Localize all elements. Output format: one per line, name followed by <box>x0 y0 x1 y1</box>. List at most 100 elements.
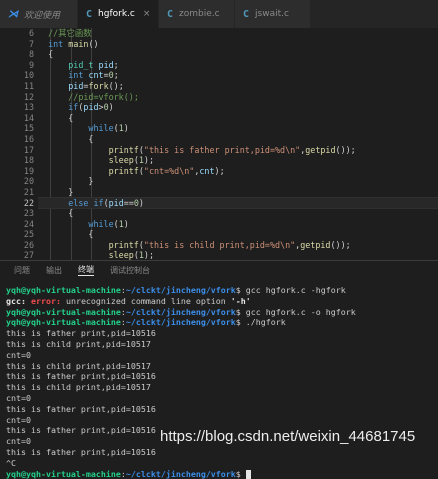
terminal-line: this is father print,pid=10516 <box>6 447 436 458</box>
code-line[interactable]: } <box>38 187 438 198</box>
code-line[interactable]: else if(pid==0) <box>38 196 438 210</box>
terminal-line: this is child print,pid=10517 <box>6 339 436 350</box>
line-number: 19 <box>23 165 34 176</box>
code-editor[interactable]: 6 7 8 9 10 11 12 13 14 15 16 17 18 19 20 21 22 23 24 25 26 27… <box>0 28 438 260</box>
code-line[interactable]: printf("this is father print,pid=%d\n",g… <box>38 145 438 156</box>
c-file-icon: C <box>243 8 250 20</box>
code-line[interactable]: if(pid>0) <box>38 102 438 113</box>
output-text: cnt=0 <box>6 349 31 360</box>
prompt-user: yqh@yqh-virtual-machine <box>6 468 121 479</box>
code-line[interactable]: pid=fork(); <box>38 81 438 92</box>
terminal-line: cnt=0 <box>6 393 436 404</box>
code-line[interactable]: { <box>38 208 438 219</box>
code-line[interactable]: //pid=vfork(); <box>38 92 438 103</box>
terminal-line: ^C <box>6 458 436 469</box>
terminal-line: this is father print,pid=10516 <box>6 328 436 339</box>
terminal-line: yqh@yqh-virtual-machine:~/clckt/jincheng… <box>6 285 436 296</box>
output-text: this is child print,pid=10517 <box>6 338 151 349</box>
error-label: error: <box>30 295 66 306</box>
line-number: 6 <box>28 28 34 38</box>
prompt-path: ~/clckt/jincheng/vfork <box>125 468 236 479</box>
editor-tab[interactable]: Cjswait.c <box>235 0 311 28</box>
output-text: cnt=0 <box>6 414 31 425</box>
error-option: '-h' <box>230 295 251 306</box>
code-line[interactable]: { <box>38 113 438 124</box>
terminal-cursor <box>245 469 251 479</box>
panel-tab[interactable]: 问题 <box>14 265 30 276</box>
line-number: 18 <box>23 155 34 166</box>
output-text: this is father print,pid=10516 <box>6 328 156 339</box>
line-number: 27 <box>23 250 34 260</box>
output-text: this is child print,pid=10517 <box>6 360 151 371</box>
code-line[interactable]: printf("this is child print,pid=%d\n",ge… <box>38 240 438 251</box>
line-number: 14 <box>23 112 34 123</box>
line-number: 24 <box>23 218 34 229</box>
code-line[interactable]: { <box>38 134 438 145</box>
terminal-line: this is child print,pid=10517 <box>6 382 436 393</box>
output-text: ^C <box>6 457 16 468</box>
output-text: this is father print,pid=10516 <box>6 446 156 457</box>
prompt-path: ~/clckt/jincheng/vfork <box>125 285 236 295</box>
terminal-line: this is father print,pid=10516 <box>6 404 436 415</box>
vscode-icon: ⋊ <box>8 8 18 20</box>
terminal-line: yqh@yqh-virtual-machine:~/clckt/jincheng… <box>6 307 436 318</box>
line-number: 15 <box>23 123 34 134</box>
code-line[interactable]: int main() <box>38 39 438 50</box>
terminal[interactable]: yqh@yqh-virtual-machine:~/clckt/jincheng… <box>6 285 436 479</box>
editor-tab[interactable]: Chgfork.c × <box>78 0 159 28</box>
code-line[interactable]: printf("cnt=%d\n",cnt); <box>38 166 438 177</box>
terminal-line: cnt=0 <box>6 350 436 361</box>
line-number: 22 <box>23 197 34 208</box>
line-number: 12 <box>23 91 34 102</box>
code-line[interactable]: sleep(1); <box>38 250 438 260</box>
output-text: cnt=0 <box>6 436 31 447</box>
prompt-user: yqh@yqh-virtual-machine <box>6 317 121 328</box>
code-line[interactable]: int cnt=0; <box>38 70 438 81</box>
panel-tabs: 问题 输出 终端 调试控制台 <box>0 261 438 279</box>
editor-tab-bar: ⋊ 欢迎使用 Chgfork.c × Czombie.c Cjswait.c <box>0 0 438 29</box>
close-icon[interactable]: × <box>143 9 151 19</box>
code-line[interactable]: pid_t pid; <box>38 60 438 71</box>
line-number: 11 <box>23 80 34 91</box>
code-line[interactable]: { <box>38 229 438 240</box>
tab-label: jswait.c <box>255 9 289 19</box>
terminal-line: yqh@yqh-virtual-machine:~/clckt/jincheng… <box>6 469 436 479</box>
line-number: 13 <box>23 102 34 113</box>
output-text: this is father print,pid=10516 <box>6 403 156 414</box>
line-number: 16 <box>23 133 34 144</box>
code-area[interactable]: //其它函数 int main() { pid_t pid; int cnt=0… <box>38 28 438 260</box>
line-number: 26 <box>23 239 34 250</box>
editor-tab[interactable]: Czombie.c <box>159 0 235 28</box>
code-line[interactable]: { <box>38 49 438 60</box>
prompt-user: yqh@yqh-virtual-machine <box>6 285 121 295</box>
code-line[interactable]: } <box>38 176 438 187</box>
line-number: 9 <box>28 59 34 70</box>
line-number: 23 <box>23 208 34 219</box>
tab-label: zombie.c <box>179 9 220 19</box>
panel-tab[interactable]: 终端 <box>78 264 94 276</box>
panel-tab[interactable]: 调试控制台 <box>110 265 150 276</box>
output-text: this is child print,pid=10517 <box>6 382 151 393</box>
c-file-icon: C <box>167 8 174 20</box>
line-number-gutter: 6 7 8 9 10 11 12 13 14 15 16 17 18 19 20 21 22 23 24 25 26 27 <box>0 28 38 260</box>
output-text: cnt=0 <box>6 392 31 403</box>
code-line[interactable]: //其它函数 <box>38 28 438 39</box>
panel-tab[interactable]: 输出 <box>46 265 62 276</box>
line-number: 17 <box>23 144 34 155</box>
command-text: gcc hgfork.c -o hgfork <box>240 306 356 317</box>
line-number: 20 <box>23 176 34 187</box>
line-number: 25 <box>23 229 34 240</box>
code-line[interactable]: sleep(1); <box>38 155 438 166</box>
tab-label: hgfork.c <box>98 9 135 19</box>
c-file-icon: C <box>86 8 93 20</box>
terminal-line: this is child print,pid=10517 <box>6 361 436 372</box>
line-number: 7 <box>28 38 34 49</box>
tab-label: 欢迎使用 <box>24 10 61 21</box>
code-line[interactable]: while(1) <box>38 219 438 230</box>
prompt-path: ~/clckt/jincheng/vfork <box>125 317 236 328</box>
prompt-user: yqh@yqh-virtual-machine <box>6 306 121 317</box>
code-line[interactable]: while(1) <box>38 123 438 134</box>
error-prefix: gcc: <box>6 295 31 306</box>
terminal-line: cnt=0 <box>6 415 436 426</box>
editor-tab[interactable]: ⋊ 欢迎使用 <box>0 0 78 28</box>
